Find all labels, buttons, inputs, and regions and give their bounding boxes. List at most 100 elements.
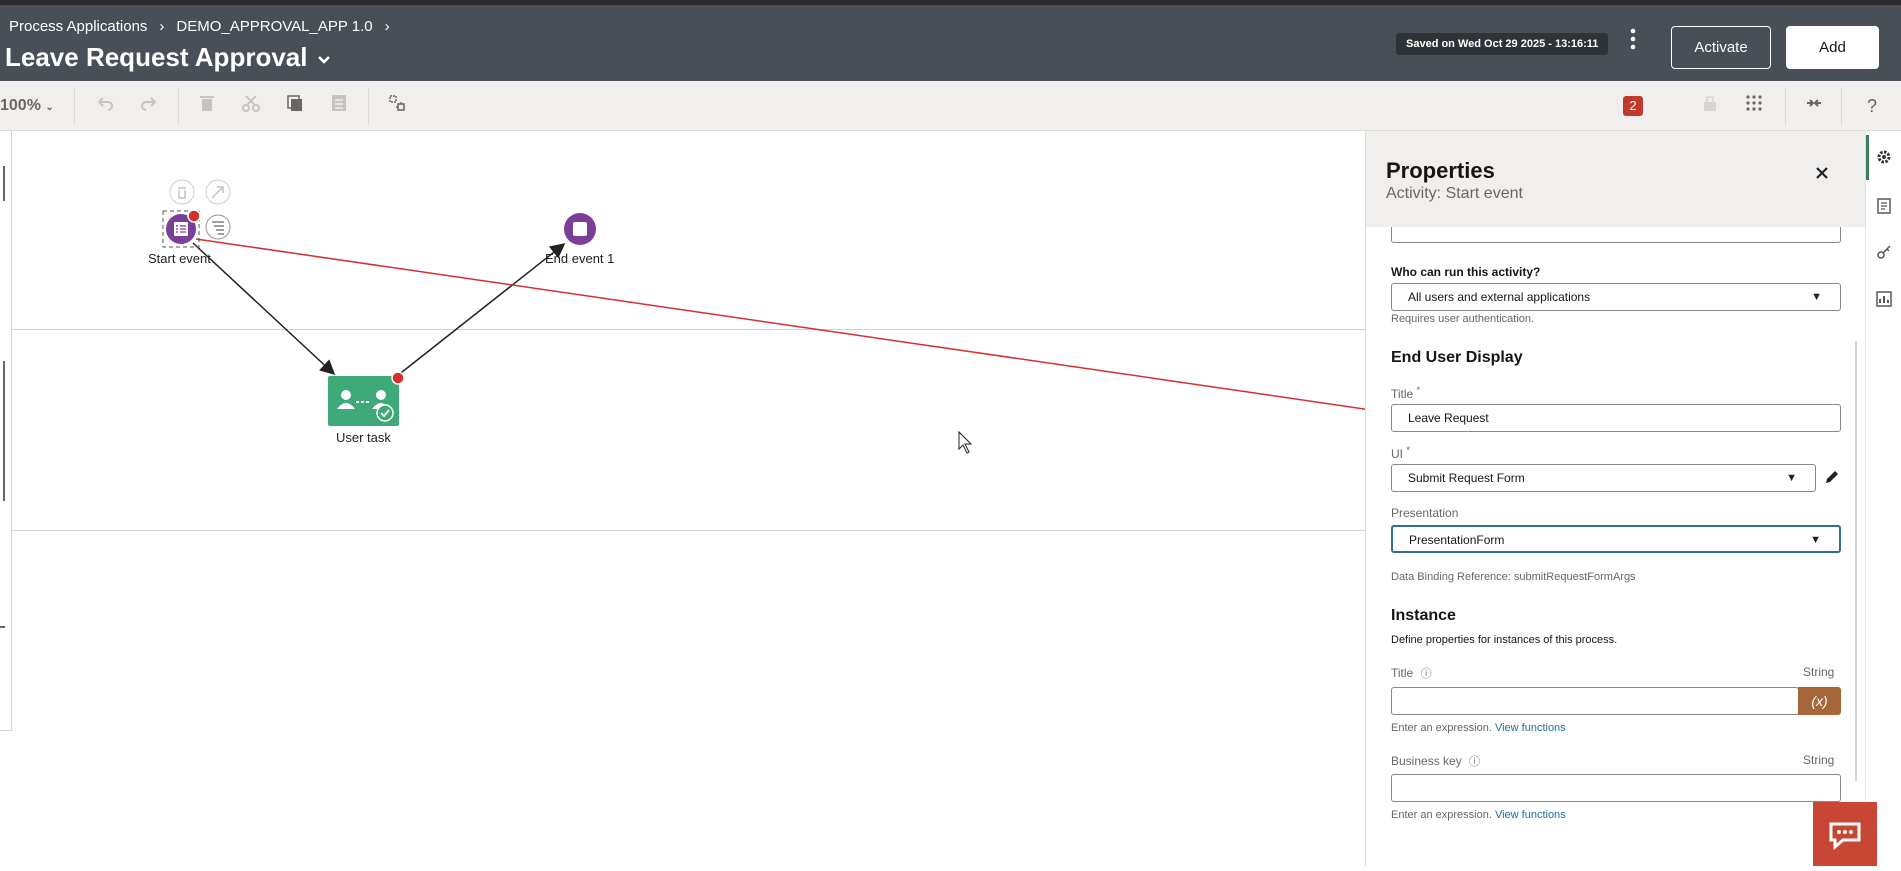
active-tab-indicator (1866, 135, 1869, 180)
title-input-value: Leave Request (1408, 411, 1489, 425)
ui-label: UI * (1391, 445, 1410, 461)
error-indicator[interactable] (391, 371, 405, 385)
issues-count-badge[interactable]: 2 (1623, 96, 1643, 116)
required-mark: * (1416, 385, 1421, 395)
more-options-icon[interactable] (1625, 27, 1641, 57)
grid-icon[interactable] (1741, 93, 1767, 119)
copy-icon[interactable] (282, 93, 308, 119)
presentation-select[interactable]: PresentationForm ▼ (1391, 525, 1841, 553)
check-icon (376, 404, 394, 422)
caret-down-icon: ▼ (1810, 534, 1821, 546)
view-functions-link[interactable]: View functions (1495, 722, 1566, 734)
ui-label-text: UI (1391, 447, 1403, 461)
end-event-label: End event 1 (545, 251, 615, 266)
chevron-down-icon: ⌄ (45, 102, 54, 113)
expression-hint: Enter an expression. View functions (1391, 722, 1566, 734)
activate-button[interactable]: Activate (1671, 26, 1771, 69)
who-can-run-value: All users and external applications (1408, 290, 1591, 304)
layout-icon[interactable] (384, 93, 410, 119)
breadcrumb-chevron-icon: › (384, 18, 390, 35)
expression-hint-text: Enter an expression. (1391, 722, 1492, 734)
properties-title: Properties (1386, 158, 1495, 183)
delete-icon[interactable] (194, 93, 220, 119)
expression-hint: Enter an expression. View functions (1391, 809, 1566, 821)
properties-node-icon[interactable] (205, 214, 231, 240)
ui-select-value: Submit Request Form (1408, 471, 1525, 485)
chevron-down-icon[interactable] (317, 52, 331, 68)
gear-icon[interactable] (1874, 149, 1894, 169)
business-key-label-text: Business key (1391, 754, 1462, 768)
redo-icon[interactable] (136, 93, 162, 119)
title-label-text: Title (1391, 387, 1414, 401)
instance-title-label: Title ⓘ (1391, 665, 1432, 681)
sequence-flow[interactable] (192, 242, 336, 376)
cut-icon[interactable] (238, 93, 264, 119)
delete-node-icon[interactable] (169, 179, 195, 205)
right-side-rail (1865, 131, 1901, 866)
title-label: Title * (1391, 385, 1420, 401)
app-header: Process Applications › DEMO_APPROVAL_APP… (0, 5, 1901, 81)
saved-status-badge: Saved on Wed Oct 29 2025 - 13:16:11 (1396, 33, 1609, 55)
breadcrumb-process-applications[interactable]: Process Applications (9, 18, 147, 35)
properties-subtitle: Activity: Start event (1386, 185, 1523, 202)
toolbar-divider (368, 87, 369, 125)
user-task-label: User task (336, 430, 391, 445)
stop-icon (573, 222, 587, 236)
caret-down-icon: ▼ (1786, 472, 1797, 484)
instance-title-label-text: Title (1391, 666, 1414, 680)
help-icon[interactable]: ? (1859, 93, 1885, 119)
instance-title-input[interactable] (1391, 687, 1799, 715)
instance-description: Define properties for instances of this … (1391, 634, 1618, 646)
truncated-field[interactable] (1391, 227, 1841, 243)
close-icon[interactable] (1814, 161, 1830, 187)
expression-hint-text: Enter an expression. (1391, 809, 1492, 821)
who-can-run-hint: Requires user authentication. (1391, 313, 1535, 325)
view-functions-link[interactable]: View functions (1495, 809, 1566, 821)
required-mark: * (1406, 445, 1410, 455)
instance-title-type: String (1803, 665, 1835, 679)
user-icon (376, 390, 386, 400)
data-binding-reference: Data Binding Reference: submitRequestFor… (1391, 571, 1636, 583)
chat-button[interactable] (1813, 802, 1877, 866)
document-icon[interactable] (1874, 198, 1894, 218)
zoom-select[interactable]: 100% ⌄ (0, 97, 54, 115)
expression-button[interactable]: (x) (1798, 687, 1841, 715)
chart-icon[interactable] (1874, 291, 1894, 311)
help-circle-icon[interactable]: ⓘ (1469, 756, 1480, 768)
lock-icon[interactable] (1697, 93, 1723, 119)
paste-icon[interactable] (326, 93, 352, 119)
user-icon (341, 390, 351, 400)
presentation-label: Presentation (1391, 506, 1459, 520)
breadcrumb-chevron-icon: › (159, 18, 165, 35)
breadcrumb-app[interactable]: DEMO_APPROVAL_APP 1.0 (176, 18, 372, 35)
mouse-cursor-icon (958, 430, 973, 454)
title-input[interactable]: Leave Request (1391, 404, 1841, 432)
end-user-display-heading: End User Display (1391, 349, 1523, 366)
toolbar-divider (1785, 87, 1786, 125)
add-button[interactable]: Add (1786, 26, 1879, 69)
start-event-label: Start event (148, 251, 211, 266)
error-indicator[interactable] (187, 209, 201, 223)
key-icon[interactable] (1874, 244, 1894, 264)
canvas-toolbar: 100% ⌄ 2 ? (0, 81, 1901, 131)
properties-panel: Properties Activity: Start event Who can… (1365, 131, 1866, 866)
sequence-flow[interactable] (396, 243, 566, 377)
collapse-icon[interactable] (1801, 93, 1827, 119)
instance-heading: Instance (1391, 607, 1456, 624)
page-title[interactable]: Leave Request Approval (5, 42, 331, 73)
business-key-input[interactable] (1391, 774, 1841, 802)
edit-pencil-icon[interactable] (1824, 469, 1840, 490)
ui-select[interactable]: Submit Request Form ▼ (1391, 464, 1816, 492)
toolbar-divider (74, 87, 75, 125)
zoom-value: 100% (0, 97, 41, 114)
presentation-select-value: PresentationForm (1409, 533, 1505, 547)
properties-header: Properties Activity: Start event (1366, 131, 1866, 227)
who-can-run-select[interactable]: All users and external applications ▼ (1391, 283, 1841, 311)
process-diagram (0, 166, 1365, 628)
help-circle-icon[interactable]: ⓘ (1421, 668, 1432, 680)
panel-scrollbar[interactable] (1855, 231, 1859, 781)
chat-bubble-icon (1829, 822, 1861, 851)
breadcrumb: Process Applications › DEMO_APPROVAL_APP… (9, 18, 390, 35)
undo-icon[interactable] (92, 93, 118, 119)
page-title-text: Leave Request Approval (5, 42, 308, 72)
